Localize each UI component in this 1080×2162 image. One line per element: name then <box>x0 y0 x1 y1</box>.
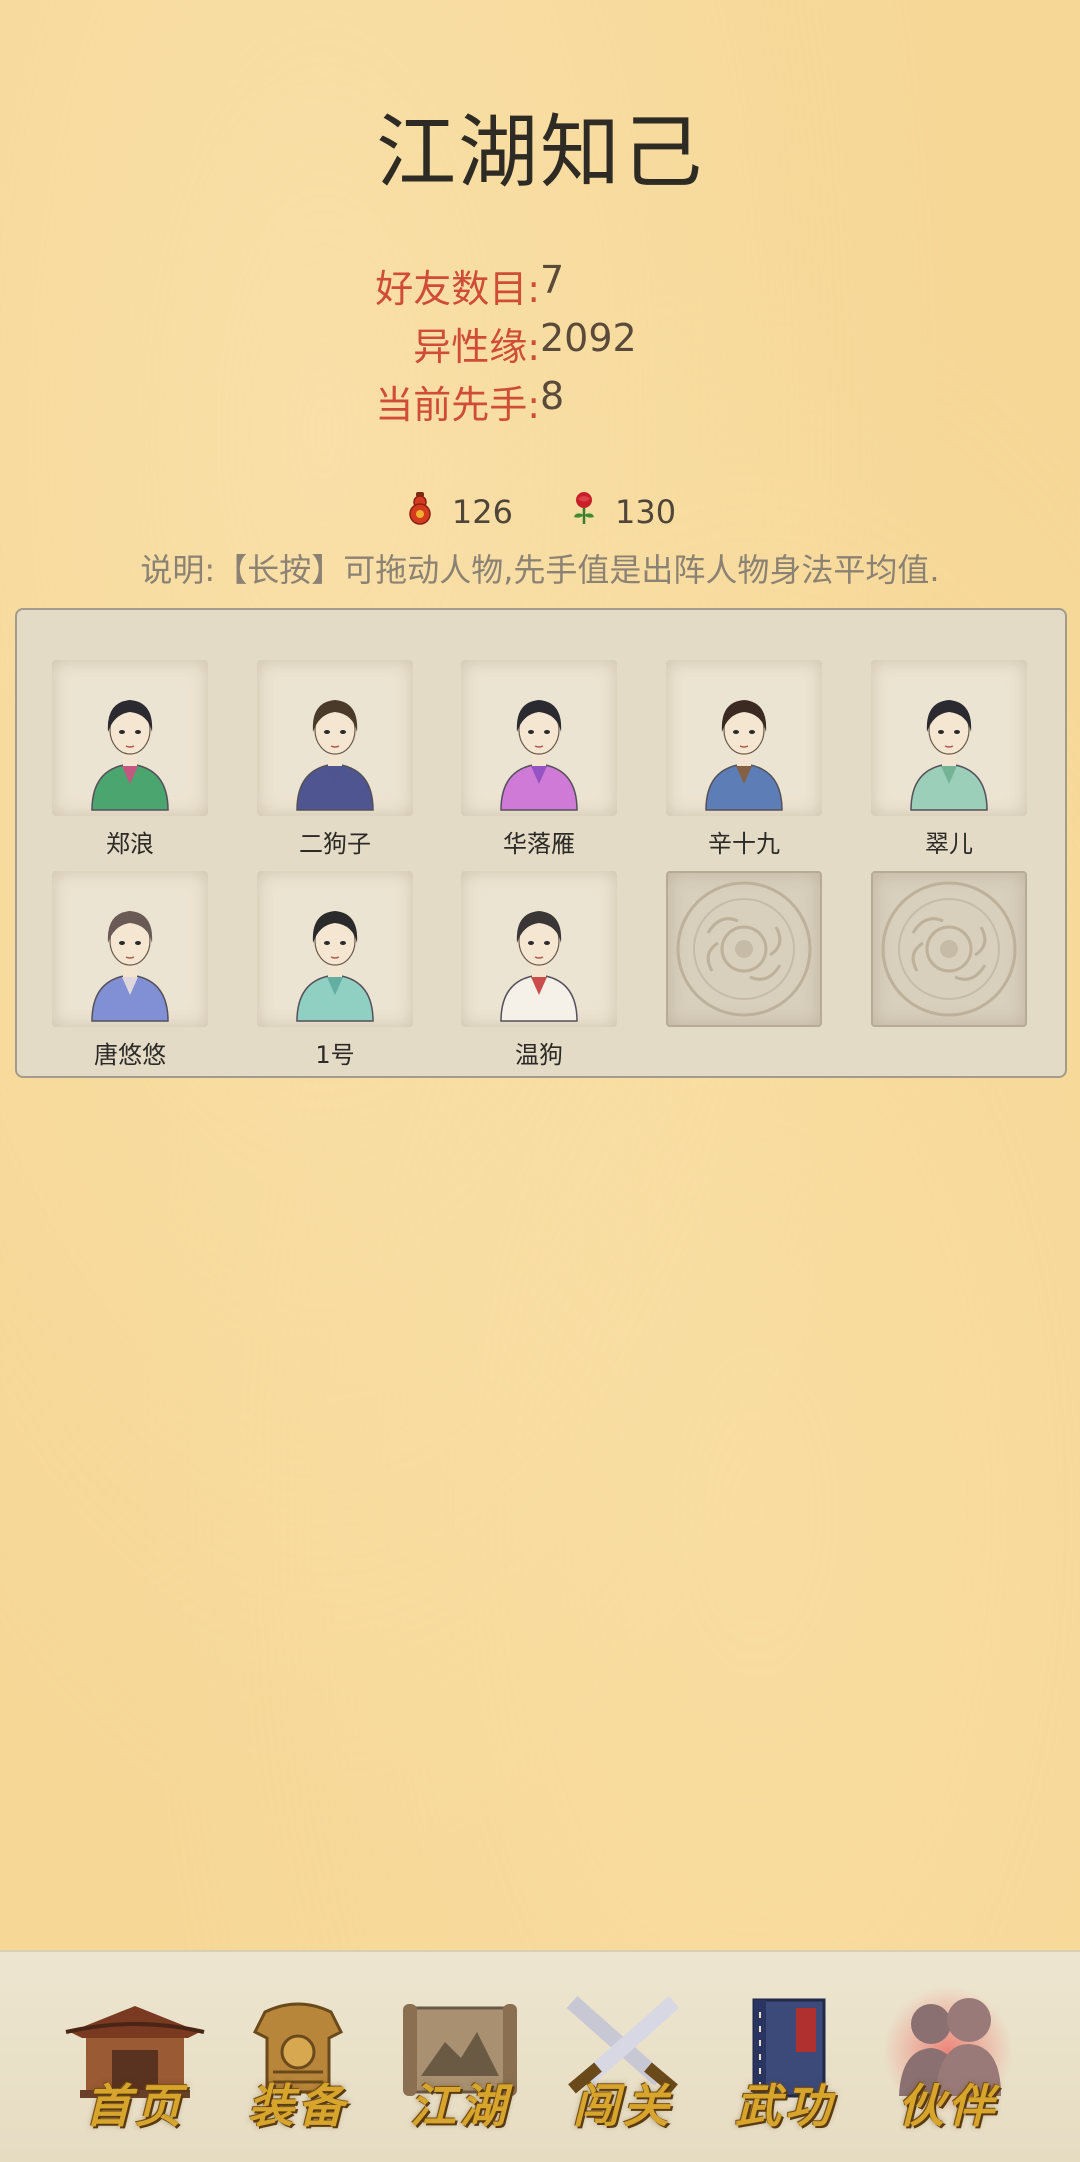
nav-label: 首页 <box>85 2079 185 2133</box>
nav-label: 装备 <box>248 2079 348 2133</box>
nav-crossed-swords[interactable]: 闯关 <box>548 1992 698 2133</box>
companion-slot[interactable]: 温狗 <box>461 871 617 1070</box>
rose-count: 130 <box>615 493 677 531</box>
nav-scroll-map[interactable]: 江湖 <box>385 1992 535 2133</box>
friend-count-value: 7 <box>540 258 565 302</box>
empty-companion-slot[interactable] <box>666 871 822 1027</box>
nav-companions[interactable]: 伙伴 <box>873 1986 1023 2133</box>
nav-label: 伙伴 <box>898 2079 998 2133</box>
companion-portrait[interactable] <box>871 660 1027 816</box>
companion-name: 唐悠悠 <box>94 1041 166 1069</box>
companion-slot[interactable]: 郑浪 <box>52 660 208 859</box>
romance-label: 异性缘: <box>413 325 540 369</box>
companion-name: 辛十九 <box>708 830 780 858</box>
empty-companion-slot[interactable] <box>871 871 1027 1027</box>
companion-name: 1号 <box>315 1041 355 1069</box>
initiative-value: 8 <box>540 374 565 418</box>
companion-name: 二狗子 <box>299 830 371 858</box>
nav-label: 江湖 <box>410 2079 510 2133</box>
companion-slot[interactable]: 二狗子 <box>257 660 413 859</box>
empty-slot-emblem-icon[interactable] <box>666 871 822 1027</box>
initiative-label: 当前先手: <box>375 383 540 427</box>
companion-slot[interactable]: 辛十九 <box>666 660 822 859</box>
companion-portrait[interactable] <box>52 660 208 816</box>
friend-count-row: 好友数目: 7 <box>0 258 1080 314</box>
initiative-row: 当前先手: 8 <box>0 374 1080 430</box>
bottom-navigation: 首页 装备 江湖 闯关 武功 伙伴 <box>0 1950 1080 2162</box>
companion-name: 翠儿 <box>925 830 973 858</box>
nav-house[interactable]: 首页 <box>60 1992 210 2133</box>
friend-count-label: 好友数目: <box>375 267 540 311</box>
companion-roster-panel: 郑浪 二狗子 华落雁 辛十九 翠儿 唐悠悠 1号 温狗 <box>15 608 1067 1078</box>
gourd-count: 126 <box>451 493 513 531</box>
nav-armor[interactable]: 装备 <box>223 1992 373 2133</box>
companion-portrait[interactable] <box>257 871 413 1027</box>
companion-slot[interactable]: 翠儿 <box>871 660 1027 859</box>
romance-value: 2092 <box>540 316 637 360</box>
companion-slot[interactable]: 华落雁 <box>461 660 617 859</box>
gourd-currency: 126 <box>404 491 513 533</box>
nav-book[interactable]: 武功 <box>710 1992 860 2133</box>
instruction-note: 说明:【长按】可拖动人物,先手值是出阵人物身法平均值. <box>140 551 940 589</box>
nav-label: 闯关 <box>573 2079 673 2133</box>
companion-portrait[interactable] <box>461 660 617 816</box>
companion-name: 郑浪 <box>106 830 154 858</box>
companion-name: 华落雁 <box>503 830 575 858</box>
companion-portrait[interactable] <box>666 660 822 816</box>
currency-bar: 126 130 <box>0 488 1080 536</box>
red-gourd-icon <box>404 491 436 533</box>
companion-portrait[interactable] <box>461 871 617 1027</box>
romance-row: 异性缘: 2092 <box>0 316 1080 372</box>
companion-slot[interactable]: 1号 <box>257 871 413 1070</box>
nav-label: 武功 <box>735 2079 835 2133</box>
companion-name: 温狗 <box>515 1041 563 1069</box>
companion-portrait[interactable] <box>257 660 413 816</box>
companion-slot[interactable]: 唐悠悠 <box>52 871 208 1070</box>
rose-currency: 130 <box>569 491 676 533</box>
rose-icon <box>569 491 599 533</box>
page-title: 江湖知己 <box>376 106 704 199</box>
companion-portrait[interactable] <box>52 871 208 1027</box>
empty-slot-emblem-icon[interactable] <box>871 871 1027 1027</box>
